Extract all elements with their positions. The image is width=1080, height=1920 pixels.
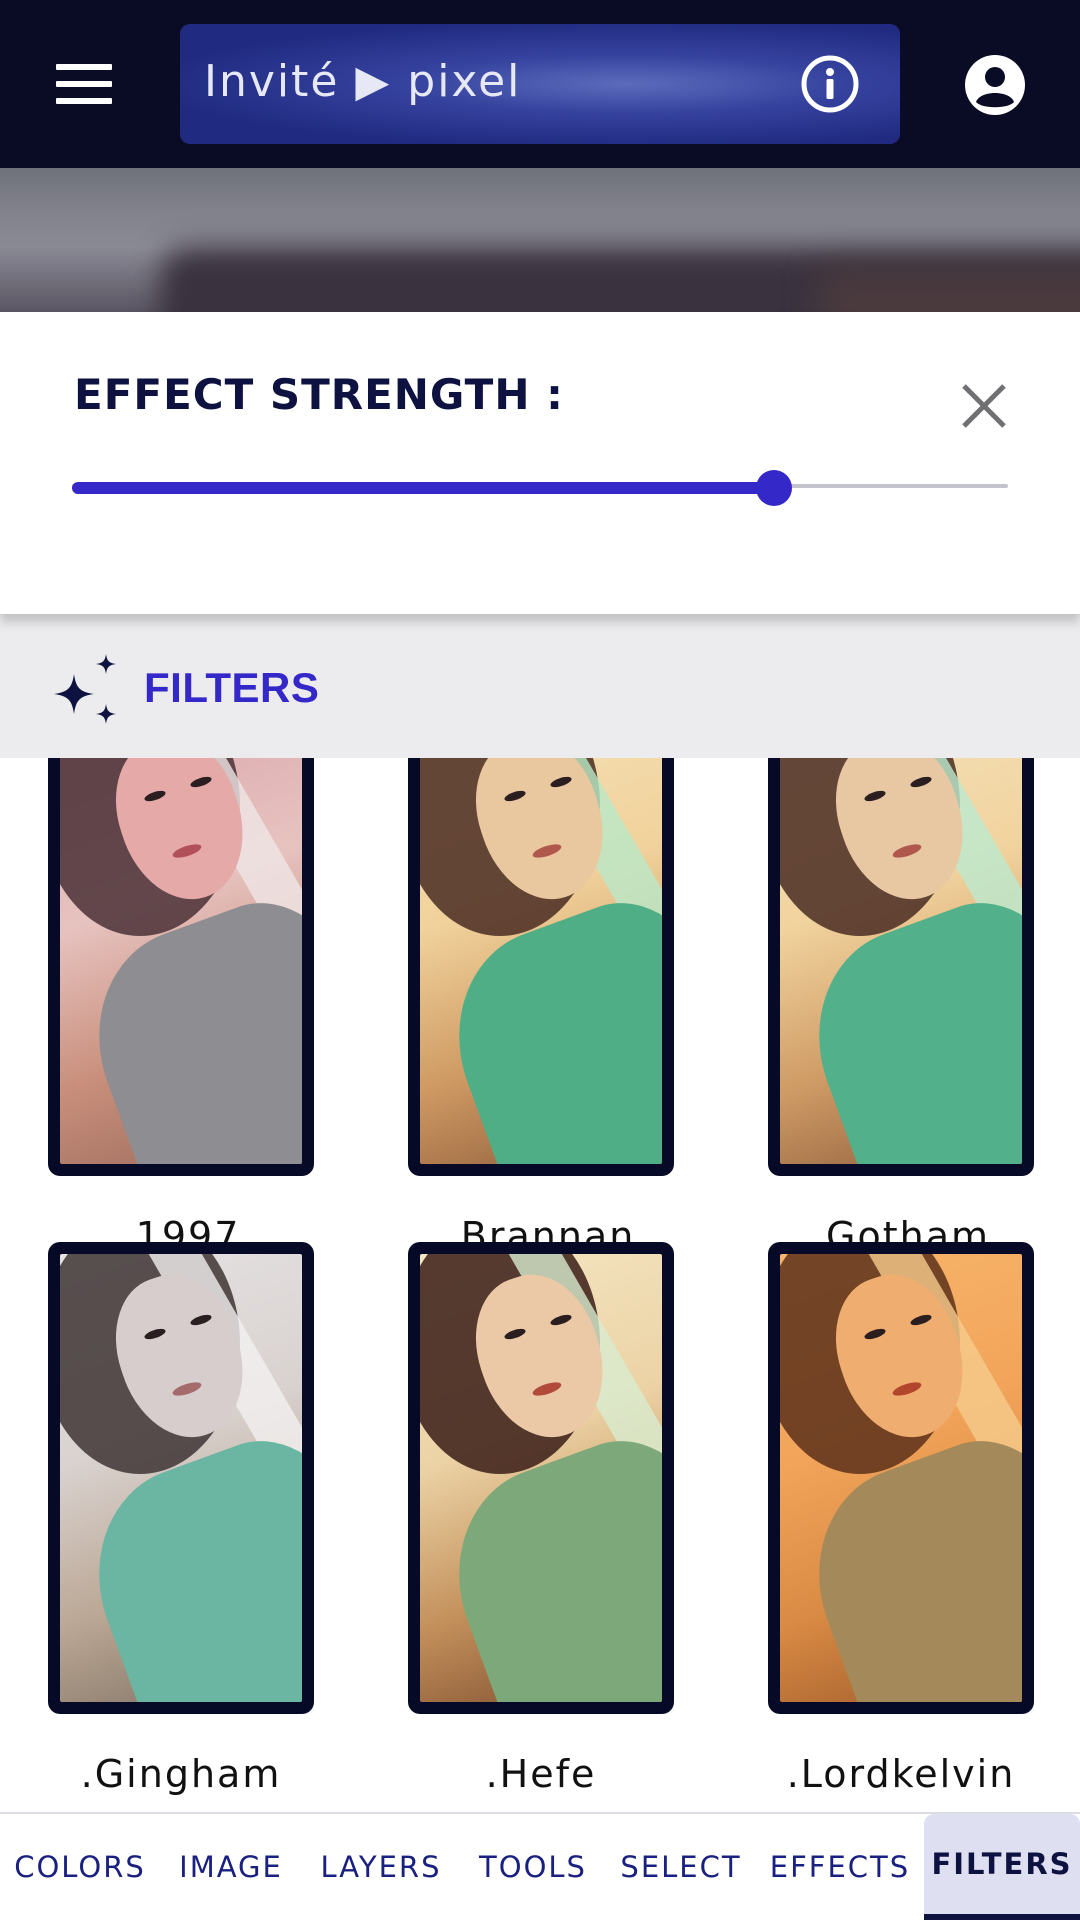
tab-filters[interactable]: FILTERS	[924, 1814, 1080, 1920]
filter-thumbnail[interactable]	[48, 758, 314, 1176]
tab-layers[interactable]: LAYERS	[302, 1814, 460, 1920]
effect-strength-panel: EFFECT STRENGTH :	[0, 312, 1080, 614]
filter-item-lordkelvin[interactable]: .Lordkelvin	[768, 1242, 1034, 1796]
filter-item-gotham[interactable]: .Gotham	[768, 758, 1034, 1258]
tab-image[interactable]: IMAGE	[160, 1814, 302, 1920]
info-icon[interactable]	[800, 54, 860, 114]
filter-thumbnail[interactable]	[48, 1242, 314, 1714]
project-title: Invité ▶ pixel	[204, 56, 522, 107]
filter-label: .Gingham	[80, 1752, 282, 1796]
filter-label: .Hefe	[485, 1752, 597, 1796]
canvas-preview[interactable]	[0, 168, 1080, 312]
sparkle-icon	[54, 654, 116, 724]
slider-thumb[interactable]	[756, 470, 792, 506]
tab-select[interactable]: SELECT	[606, 1814, 756, 1920]
filter-thumbnail[interactable]	[768, 758, 1034, 1176]
effect-strength-label: EFFECT STRENGTH :	[74, 370, 564, 419]
filter-thumbnail[interactable]	[768, 1242, 1034, 1714]
filter-thumbnail[interactable]	[408, 1242, 674, 1714]
filters-title: FILTERS	[144, 664, 320, 711]
filter-item-brannan[interactable]: .Brannan	[408, 758, 674, 1258]
filter-item-1997[interactable]: .1997	[48, 758, 314, 1258]
bottom-nav: COLORS IMAGE LAYERS TOOLS SELECT EFFECTS…	[0, 1812, 1080, 1920]
tab-tools[interactable]: TOOLS	[460, 1814, 606, 1920]
filters-section-header: FILTERS	[0, 614, 1080, 758]
top-app-bar: Invité ▶ pixel	[0, 0, 1080, 168]
filter-item-hefe[interactable]: .Hefe	[408, 1242, 674, 1796]
filter-item-gingham[interactable]: .Gingham	[48, 1242, 314, 1796]
hamburger-menu-icon[interactable]	[48, 56, 120, 112]
tab-effects[interactable]: EFFECTS	[756, 1814, 924, 1920]
effect-strength-slider[interactable]	[72, 470, 1008, 506]
close-icon[interactable]	[958, 380, 1010, 432]
tab-colors[interactable]: COLORS	[0, 1814, 160, 1920]
filter-label: .Lordkelvin	[786, 1752, 1016, 1796]
project-title-pill[interactable]: Invité ▶ pixel	[180, 24, 900, 144]
account-circle-icon[interactable]	[964, 54, 1026, 116]
filter-thumbnail[interactable]	[408, 758, 674, 1176]
slider-fill	[72, 482, 774, 494]
filter-grid: .1997 .Brannan .Gotham .Gingham .Hefe .L…	[0, 758, 1080, 1812]
